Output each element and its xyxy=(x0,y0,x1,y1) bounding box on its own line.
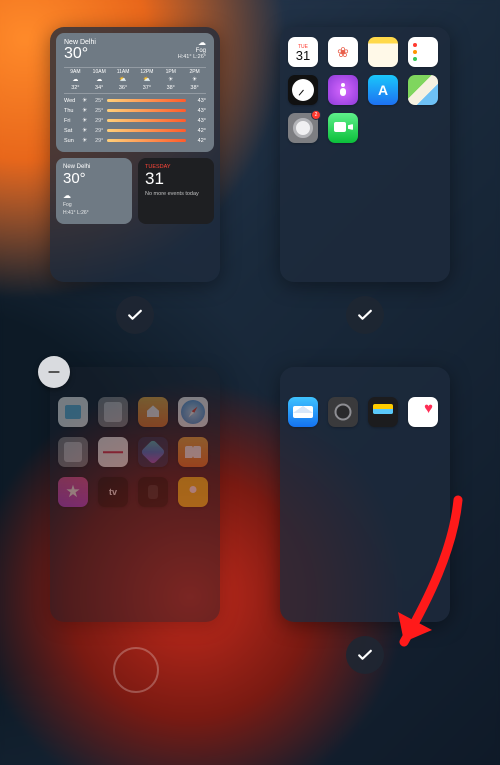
tv-app-icon xyxy=(98,477,128,507)
camera-app-icon xyxy=(328,397,358,427)
photos-app-icon xyxy=(328,37,358,67)
cal-icon-day: 31 xyxy=(296,50,310,62)
page-visible-toggle-2[interactable] xyxy=(346,296,384,334)
home-app-icon xyxy=(138,397,168,427)
weather-hourly: 9AM☁32°10AM☁34°11AM⛅36°12PM⛅37°1PM☀38°2P… xyxy=(64,67,206,94)
mail-app-icon xyxy=(288,397,318,427)
weather-sm-temp: 30° xyxy=(63,170,125,187)
home-page-thumbnail-4[interactable] xyxy=(280,367,450,622)
settings-app-icon: 2 xyxy=(288,113,318,143)
weather-sm-cond: Fog xyxy=(63,202,125,208)
check-icon xyxy=(355,645,375,665)
weather-cond: Fog xyxy=(178,48,206,55)
minus-icon xyxy=(46,364,62,380)
watch-app-icon xyxy=(138,477,168,507)
page-visible-toggle-1[interactable] xyxy=(116,296,154,334)
app-grid xyxy=(280,367,450,435)
shortcuts-app-icon xyxy=(178,397,208,427)
notes-app-icon xyxy=(368,37,398,67)
findmy-app-icon xyxy=(98,397,128,427)
health-app-icon xyxy=(98,437,128,467)
weather-daily: Wed☀25°43°Thu☀25°43°Fri☀29°43°Sat☀29°42°… xyxy=(64,96,206,146)
tips-app-icon xyxy=(178,477,208,507)
weather-sm-hilo: H:41° L:26° xyxy=(63,210,125,216)
settings-badge: 2 xyxy=(311,110,321,120)
app-grid: TUE 31 2 xyxy=(280,27,450,153)
facetime-app-icon xyxy=(328,113,358,143)
health-app-icon xyxy=(408,397,438,427)
check-icon xyxy=(355,305,375,325)
page-visible-toggle-3[interactable] xyxy=(113,647,159,693)
weather-widget-small: New Delhi 30° ☁ Fog H:41° L:26° xyxy=(56,158,132,224)
calendar-app-icon: TUE 31 xyxy=(288,37,318,67)
weather-sm-icon: ☁ xyxy=(63,191,125,200)
reminders-app-icon xyxy=(408,37,438,67)
books-app-icon xyxy=(178,437,208,467)
weather-cond-icon: ☁ xyxy=(178,39,206,48)
clock-app-icon xyxy=(288,75,318,105)
weather-hilo: H:41° L:26° xyxy=(178,54,206,60)
weather-widget-large: New Delhi 30° ☁ Fog H:41° L:26° 9AM☁32°1… xyxy=(56,33,214,152)
cal-day: 31 xyxy=(145,170,207,187)
wallet-app-icon xyxy=(368,397,398,427)
remove-page-button[interactable] xyxy=(38,356,70,388)
maps-app-icon xyxy=(408,75,438,105)
contacts-app-icon xyxy=(58,437,88,467)
stocks-app-icon xyxy=(138,437,168,467)
cal-note: No more events today xyxy=(145,191,207,197)
files-app-icon xyxy=(58,397,88,427)
page-visible-toggle-4[interactable] xyxy=(346,636,384,674)
podcasts-app-icon xyxy=(328,75,358,105)
app-grid xyxy=(50,367,220,515)
home-page-thumbnail-2[interactable]: TUE 31 2 xyxy=(280,27,450,282)
home-page-thumbnail-3[interactable] xyxy=(50,367,220,622)
home-page-thumbnail-1[interactable]: New Delhi 30° ☁ Fog H:41° L:26° 9AM☁32°1… xyxy=(50,27,220,282)
itunes-app-icon xyxy=(58,477,88,507)
calendar-widget-small: Tuesday 31 No more events today xyxy=(138,158,214,224)
weather-temp: 30° xyxy=(64,45,96,63)
appstore-app-icon xyxy=(368,75,398,105)
check-icon xyxy=(125,305,145,325)
